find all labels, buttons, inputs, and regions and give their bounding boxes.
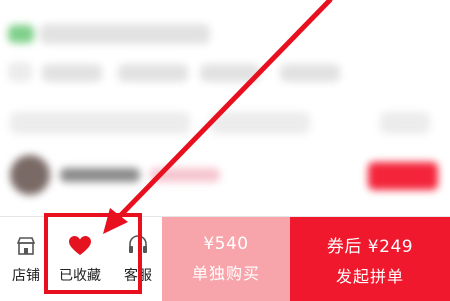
annotation-arrow [103,0,333,234]
